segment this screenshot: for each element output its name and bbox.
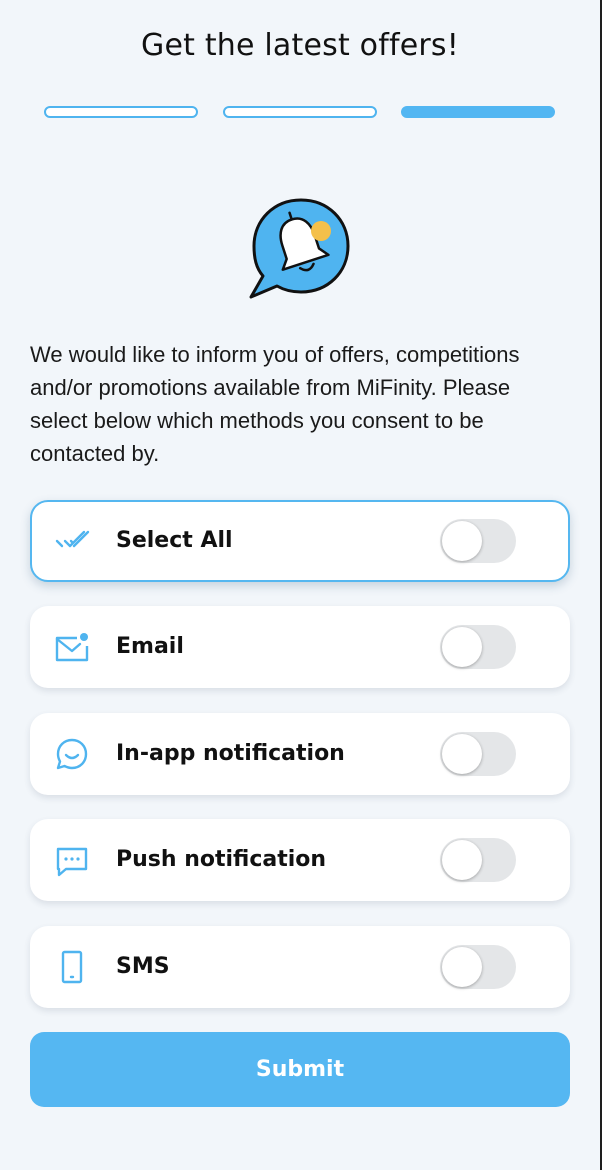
option-in-app-notification[interactable]: In-app notification	[30, 713, 570, 795]
option-sms[interactable]: SMS	[30, 926, 570, 1008]
toggle-knob	[442, 840, 482, 880]
option-label-push-notification: Push notification	[116, 847, 327, 872]
toggle-knob	[442, 734, 482, 774]
select-all-toggle[interactable]	[440, 519, 516, 563]
message-dots-icon	[54, 842, 90, 878]
envelope-icon	[54, 629, 90, 665]
push-notification-toggle[interactable]	[440, 838, 516, 882]
in-app-notification-toggle[interactable]	[440, 732, 516, 776]
progress-step-1	[44, 106, 198, 118]
progress-step-3-active	[401, 106, 555, 118]
chat-smile-icon	[54, 736, 90, 772]
option-email[interactable]: Email	[30, 606, 570, 688]
app-screen: Get the latest offers! We would like to …	[0, 0, 602, 1170]
submit-button[interactable]: Submit	[30, 1032, 570, 1107]
email-toggle[interactable]	[440, 625, 516, 669]
page-title: Get the latest offers!	[141, 28, 459, 63]
toggle-knob	[442, 947, 482, 987]
consent-intro-text: We would like to inform you of offers, c…	[30, 342, 520, 466]
sms-toggle[interactable]	[440, 945, 516, 989]
option-push-notification[interactable]: Push notification	[30, 819, 570, 901]
toggle-knob	[442, 627, 482, 667]
option-label-in-app-notification: In-app notification	[116, 741, 345, 766]
progress-step-2	[223, 106, 377, 118]
progress-steps	[44, 106, 556, 118]
option-select-all[interactable]: Select All	[30, 500, 570, 582]
option-label-select-all: Select All	[116, 528, 233, 553]
toggle-knob	[442, 521, 482, 561]
notification-bell-icon	[246, 194, 356, 306]
option-label-sms: SMS	[116, 954, 170, 979]
double-check-icon	[54, 523, 90, 559]
option-label-email: Email	[116, 634, 184, 659]
phone-icon	[54, 949, 90, 985]
